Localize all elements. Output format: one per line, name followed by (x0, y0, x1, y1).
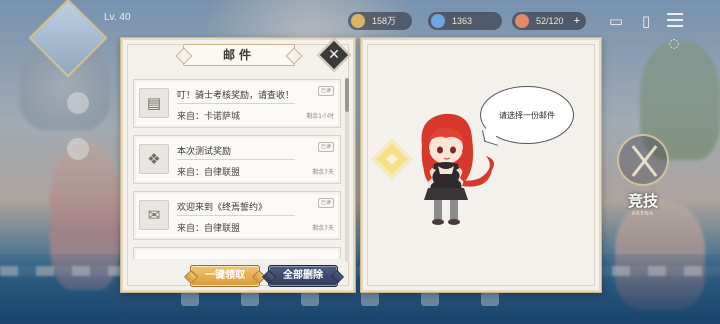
nav-icon (421, 292, 439, 306)
nav-icon (361, 292, 379, 306)
mail-remaining: 剩余7天 (312, 225, 334, 232)
mail-subject: 欢迎来到《终焉誓约》 (177, 203, 268, 213)
hud-left-menu-1[interactable] (58, 92, 98, 116)
bottom-nav (160, 292, 520, 320)
menu-icon[interactable] (667, 13, 683, 27)
mail-item-partial[interactable] (133, 247, 341, 259)
resource-gem[interactable]: 1363 (428, 12, 502, 30)
hide-ui-icon[interactable]: ◌ (664, 34, 684, 52)
coin-icon (351, 14, 365, 28)
claim-all-button[interactable]: 一键领取 (190, 265, 260, 287)
mail-item[interactable]: ❖ 本次测试奖励 来自：自律联盟 已读 剩余7天 (133, 135, 341, 184)
resource-stamina-value: 52/120 (536, 16, 564, 26)
mail-subject: 叮！骑士考核奖励，请查收！ (177, 91, 295, 101)
scroll-icon: ▤ (139, 88, 169, 118)
mail-list: ▤ 叮！骑士考核奖励，请查收！ 来自：卡诺萨城 已读 剩余1小时 ❖ 本次测试奖… (133, 79, 341, 259)
envelope-icon: ✉ (139, 200, 169, 230)
stamina-icon (515, 14, 529, 28)
close-icon: ✕ (328, 47, 340, 63)
arena-label: 竞技 (627, 192, 658, 210)
notice-icon[interactable]: ▯ (636, 12, 656, 30)
mail-item[interactable]: ▤ 叮！骑士考核奖励，请查收！ 来自：卡诺萨城 已读 剩余1小时 (133, 79, 341, 128)
mail-remaining: 剩余7天 (312, 169, 334, 176)
gem-icon (431, 14, 445, 28)
gift-icon: ❖ (139, 144, 169, 174)
mail-divider (177, 215, 295, 216)
mail-subject: 本次测试奖励 (177, 147, 232, 157)
resource-coin-value: 158万 (372, 16, 397, 26)
scrollbar-thumb[interactable] (345, 78, 349, 112)
bottom-nav-item-3[interactable] (296, 292, 324, 320)
nav-icon (241, 292, 259, 306)
chat-icon[interactable]: ▭ (606, 12, 626, 30)
mail-read-tag: 已读 (317, 198, 334, 208)
mail-sender: 来自：卡诺萨城 (177, 112, 241, 122)
bottom-nav-item-5[interactable] (416, 292, 444, 320)
hud-left-menu-2[interactable] (58, 138, 98, 162)
resource-stamina[interactable]: 52/120 + (512, 12, 586, 30)
resource-coin[interactable]: 158万 (348, 12, 412, 30)
mascot-character (421, 113, 494, 225)
crossed-swords-icon (617, 134, 669, 186)
bottom-nav-item-4[interactable] (356, 292, 384, 320)
mail-read-tag: 已读 (317, 86, 334, 96)
hud-left-icon-2 (67, 138, 89, 160)
resource-gem-value: 1363 (452, 16, 473, 26)
mail-remaining: 剩余1小时 (306, 113, 334, 120)
arena-sublabel: ARENA (631, 211, 655, 217)
bottom-nav-item-1[interactable] (176, 292, 204, 320)
bottom-nav-item-6[interactable] (476, 292, 504, 320)
mail-list-scrollbar[interactable] (345, 78, 349, 262)
delete-all-button[interactable]: 全部删除 (268, 265, 338, 287)
add-stamina-icon[interactable]: + (574, 12, 580, 30)
nav-icon (481, 292, 499, 306)
arena-entry[interactable]: 竞技 ARENA (604, 134, 682, 224)
mail-title: 邮件 (183, 44, 295, 66)
mail-read-tag: 已读 (317, 142, 334, 152)
bottom-nav-item-2[interactable] (236, 292, 264, 320)
player-level: Lv. 40 (104, 12, 131, 23)
mail-sender: 来自：自律联盟 (177, 168, 241, 178)
mail-divider (177, 103, 295, 104)
mail-divider (177, 159, 295, 160)
nav-icon (301, 292, 319, 306)
nav-icon (181, 292, 199, 306)
hud-left-icon-1 (67, 92, 89, 114)
mail-sender: 来自：自律联盟 (177, 224, 241, 234)
mail-item[interactable]: ✉ 欢迎来到《终焉誓约》 来自：自律联盟 已读 剩余7天 (133, 191, 341, 240)
